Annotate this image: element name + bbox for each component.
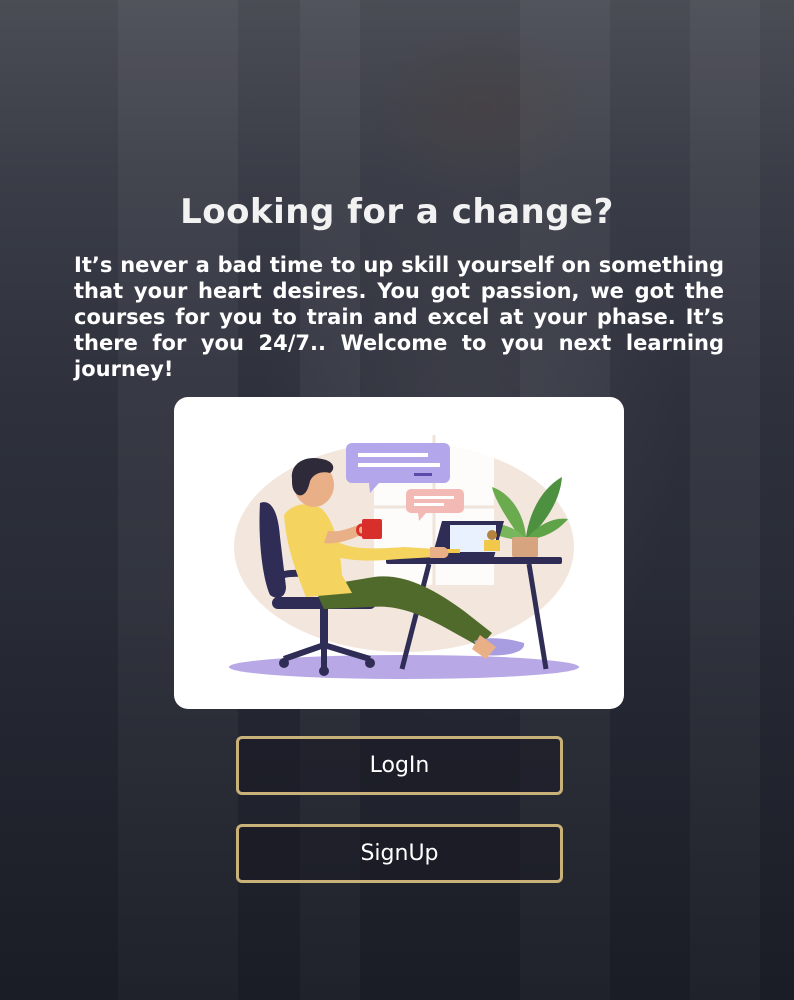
signup-button[interactable]: SignUp [236,824,563,883]
page-title: Looking for a change? [180,192,614,232]
login-button[interactable]: LogIn [236,736,563,795]
person-working-illustration [229,435,579,679]
illustration-card [174,397,624,709]
intro-text: It’s never a bad time to up skill yourse… [74,253,724,381]
